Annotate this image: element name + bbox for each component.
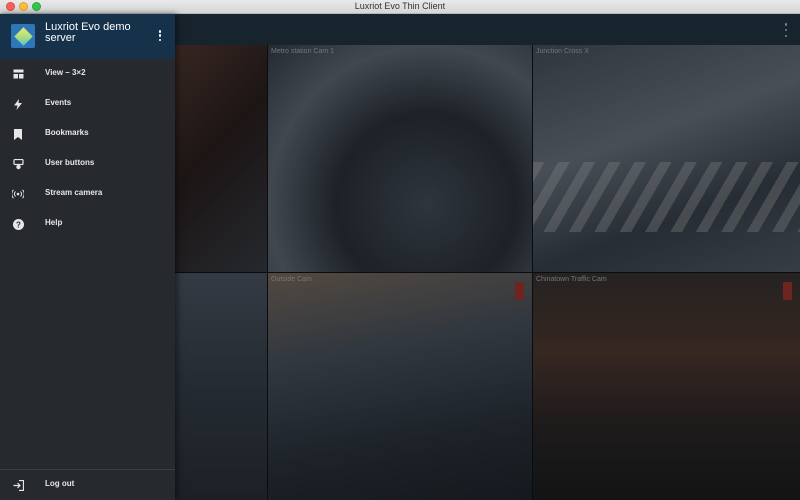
- menu-item-user-buttons[interactable]: User buttons: [0, 149, 175, 179]
- help-icon: ?: [12, 218, 24, 230]
- logout-label: Log out: [45, 479, 75, 488]
- menu-item-bookmarks[interactable]: Bookmarks: [0, 119, 175, 149]
- menu-label: Help: [45, 218, 63, 227]
- navigation-drawer: Luxriot Evo demo server View – 3×2 Event…: [0, 14, 175, 500]
- menu-label: View – 3×2: [45, 68, 86, 77]
- overflow-menu-icon[interactable]: [784, 23, 788, 37]
- app-window: Luxriot Evo Thin Client Metro station Ca…: [0, 0, 800, 500]
- menu-item-help[interactable]: ? Help: [0, 209, 175, 239]
- menu-label: User buttons: [45, 158, 95, 167]
- bookmark-icon: [12, 128, 24, 140]
- user-buttons-icon: [12, 158, 24, 170]
- menu-item-events[interactable]: Events: [0, 89, 175, 119]
- menu-label: Events: [45, 98, 72, 107]
- grid-view-icon: [12, 68, 24, 80]
- menu-label: Bookmarks: [45, 128, 89, 137]
- drawer-header: Luxriot Evo demo server: [0, 14, 175, 59]
- logout-button[interactable]: Log out: [0, 470, 175, 500]
- drawer-menu: View – 3×2 Events Bookmarks User buttons: [0, 59, 175, 239]
- server-logo-icon: [11, 24, 35, 48]
- server-menu-icon[interactable]: [158, 30, 162, 41]
- broadcast-icon: [12, 188, 24, 200]
- menu-item-stream-camera[interactable]: Stream camera: [0, 179, 175, 209]
- window-title: Luxriot Evo Thin Client: [354, 1, 446, 11]
- lightning-icon: [12, 98, 24, 110]
- menu-label: Stream camera: [45, 188, 103, 197]
- menu-item-view[interactable]: View – 3×2: [0, 59, 175, 89]
- svg-text:?: ?: [16, 220, 21, 229]
- server-name: Luxriot Evo demo server: [45, 21, 131, 44]
- window-titlebar: Luxriot Evo Thin Client: [0, 0, 800, 14]
- logout-icon: [12, 479, 24, 491]
